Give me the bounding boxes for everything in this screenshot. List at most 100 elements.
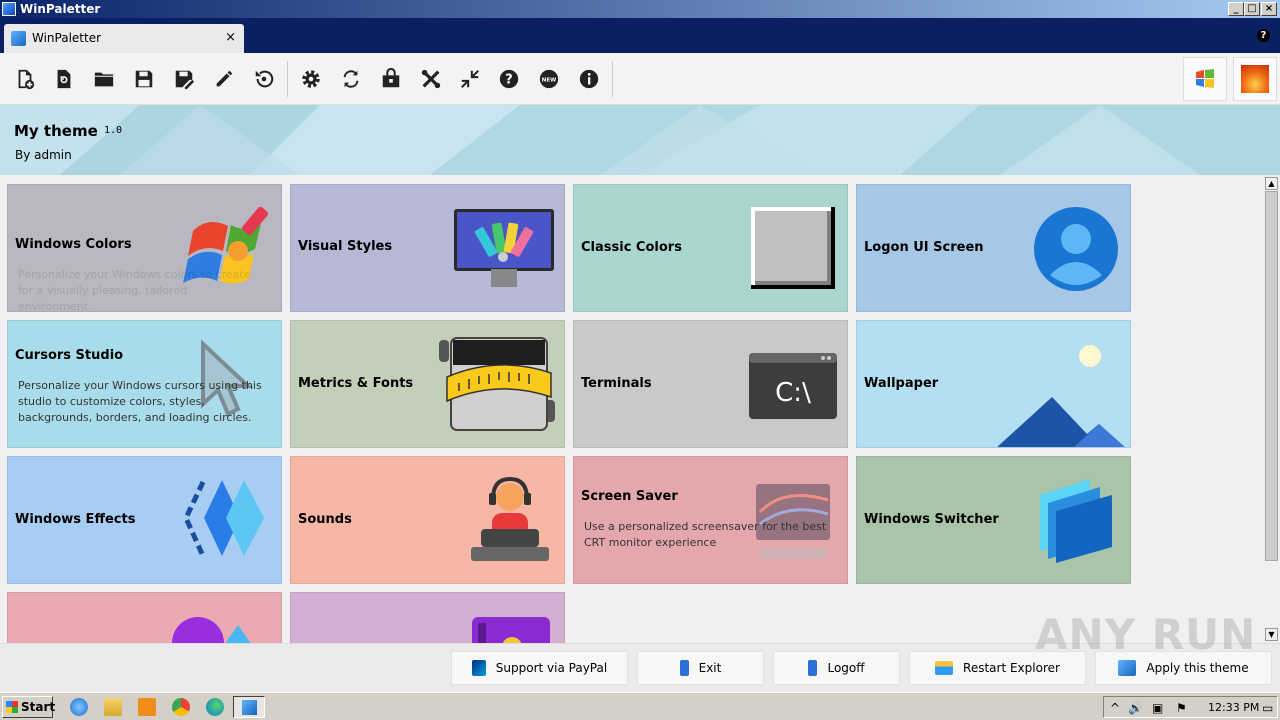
scroll-down-icon[interactable]: ▼ (1265, 628, 1278, 641)
toolbar-separator (612, 61, 613, 97)
card-partial-1[interactable] (7, 592, 282, 643)
app-window-icon (472, 617, 550, 643)
card-screen-saver[interactable]: Screen Saver Use a personalized screensa… (573, 456, 848, 584)
sync-icon[interactable] (339, 67, 363, 91)
taskbar: Start ^ 🔊 ▣ ⚑ 12:33 PM ▭ (0, 692, 1280, 720)
open-recent-icon[interactable] (52, 67, 76, 91)
listener-headphones-icon (471, 477, 549, 561)
file-explorer-icon[interactable] (104, 698, 122, 716)
card-title: Screen Saver (581, 489, 678, 504)
close-button[interactable]: × (1261, 2, 1277, 16)
edge-icon[interactable] (206, 698, 224, 716)
card-description: Personalize your Windows cursors using t… (18, 379, 262, 424)
card-title: Sounds (298, 512, 352, 527)
taskbar-winpaletter[interactable] (233, 696, 265, 718)
help-icon[interactable]: ? (1257, 29, 1270, 42)
toolbar: ? NEW (0, 53, 1280, 105)
explorer-folder-icon (935, 661, 954, 675)
banner-background (0, 105, 1280, 175)
feature-grid: Windows Colors Personalize your Windows … (0, 176, 1262, 643)
app-icon (11, 31, 26, 46)
card-logon-ui-screen[interactable]: Logon UI Screen (856, 184, 1131, 312)
theme-name[interactable]: My theme (14, 122, 98, 140)
new-file-icon[interactable] (13, 67, 37, 91)
scroll-up-icon[interactable]: ▲ (1265, 177, 1278, 190)
vertical-scrollbar[interactable]: ▲ ▼ (1263, 176, 1280, 643)
paypal-icon (471, 660, 486, 676)
edit-icon[interactable] (212, 67, 236, 91)
card-windows-switcher[interactable]: Windows Switcher (856, 456, 1131, 584)
card-title: Cursors Studio (15, 348, 124, 363)
settings-icon[interactable] (299, 67, 323, 91)
tab-bar: WinPaletter × ? (0, 18, 1280, 53)
start-label: Start (21, 700, 56, 714)
exit-button[interactable]: Exit (637, 651, 764, 685)
card-partial-2[interactable] (290, 592, 565, 643)
minimize-button[interactable]: _ (1228, 2, 1244, 16)
theme-author: By admin (15, 148, 72, 162)
chrome-icon[interactable] (172, 698, 190, 716)
new-badge-icon[interactable]: NEW (537, 67, 561, 91)
info-icon[interactable] (577, 67, 601, 91)
scroll-thumb[interactable] (1265, 191, 1278, 561)
button-label: Logoff (827, 661, 865, 675)
support-paypal-button[interactable]: Support via PayPal (451, 651, 628, 685)
app-icon (242, 700, 257, 715)
system-tray: ^ 🔊 ▣ ⚑ 12:33 PM ▭ (1103, 696, 1278, 718)
clock[interactable]: 12:33 PM (1208, 701, 1259, 714)
volume-icon[interactable]: 🔊 (1128, 701, 1143, 715)
card-wallpaper[interactable]: Wallpaper (856, 320, 1131, 448)
card-metrics-fonts[interactable]: Metrics & Fonts (290, 320, 565, 448)
card-visual-styles[interactable]: Visual Styles (290, 184, 565, 312)
windows-xp-preview-button[interactable] (1183, 57, 1227, 101)
effects-diamond-icon (183, 480, 264, 558)
user-avatar-icon (1034, 207, 1118, 291)
svg-text:NEW: NEW (542, 77, 556, 83)
tab-close-icon[interactable]: × (225, 30, 236, 45)
network-icon[interactable]: ▣ (1152, 701, 1163, 715)
svg-text:?: ? (505, 73, 512, 88)
button-label: Apply this theme (1146, 661, 1249, 675)
card-title: Visual Styles (298, 239, 393, 254)
card-title: Metrics & Fonts (298, 376, 414, 391)
folder-icon[interactable] (92, 67, 116, 91)
help-icon[interactable]: ? (497, 67, 521, 91)
collapse-icon[interactable] (458, 67, 482, 91)
card-cursors-studio[interactable]: Cursors Studio Personalize your Windows … (7, 320, 282, 448)
button-label: Restart Explorer (963, 661, 1060, 675)
action-center-flag-icon[interactable]: ⚑ (1176, 701, 1187, 715)
maximize-button[interactable]: □ (1244, 2, 1260, 16)
svg-text:C:\: C:\ (775, 378, 811, 408)
wallpaper-preview-button[interactable] (1233, 57, 1277, 101)
button-label: Support via PayPal (495, 661, 608, 675)
media-player-icon[interactable] (138, 698, 156, 716)
save-icon[interactable] (132, 67, 156, 91)
internet-explorer-icon[interactable] (70, 698, 88, 716)
app-icon (2, 2, 16, 16)
shapes-icon (172, 617, 251, 643)
tab-winpaletter[interactable]: WinPaletter × (4, 24, 244, 53)
visual-styles-icon (454, 209, 554, 287)
ruler-icon (439, 337, 555, 431)
card-windows-colors[interactable]: Windows Colors Personalize your Windows … (7, 184, 282, 312)
toolbar-separator (287, 61, 288, 97)
show-desktop-icon[interactable]: ▭ (1262, 701, 1273, 715)
store-icon[interactable] (379, 67, 403, 91)
card-sounds[interactable]: Sounds (290, 456, 565, 584)
card-title: Classic Colors (581, 240, 682, 255)
tray-expand-icon[interactable]: ^ (1110, 701, 1120, 715)
card-terminals[interactable]: Terminals C:\ (573, 320, 848, 448)
theme-version: 1.0 (104, 125, 123, 136)
card-windows-effects[interactable]: Windows Effects (7, 456, 282, 584)
button-label: Exit (698, 661, 722, 675)
exit-door-icon (679, 660, 689, 676)
card-classic-colors[interactable]: Classic Colors (573, 184, 848, 312)
start-button[interactable]: Start (2, 696, 56, 718)
logoff-button[interactable]: Logoff (773, 651, 900, 685)
restore-icon[interactable] (252, 67, 276, 91)
logoff-icon (808, 660, 818, 676)
tools-icon[interactable] (419, 67, 443, 91)
card-description: Personalize your Windows colors to creat… (18, 268, 251, 312)
card-title: Windows Switcher (864, 512, 999, 527)
save-as-icon[interactable] (172, 67, 196, 91)
